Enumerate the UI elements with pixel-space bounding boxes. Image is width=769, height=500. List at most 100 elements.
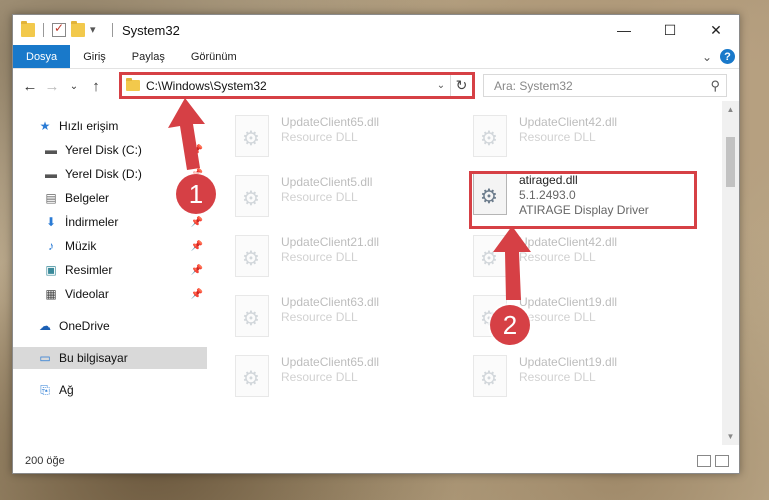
navigation-pane: ★ Hızlı erişim ▬ Yerel Disk (C:) 📌 ▬ Yer… [13,109,207,449]
title-bar: ▾ System32 — ☐ ✕ [13,15,739,45]
tab-home[interactable]: Giriş [70,45,119,68]
document-icon: ▤ [45,191,57,205]
search-icon: ⚲ [710,77,720,93]
list-item[interactable]: ⚙ UpdateClient21.dll Resource DLL [235,235,455,281]
sidebar-item-network[interactable]: ⎘ Ağ [13,379,207,401]
video-icon: ▦ [45,287,57,301]
file-type: Resource DLL [519,310,596,324]
pin-icon: 📌 [190,288,203,300]
sidebar-item-quick-access[interactable]: ★ Hızlı erişim [13,115,207,137]
pin-icon: 📌 [190,144,203,156]
drive-icon: ▬ [45,143,57,157]
sidebar-item-label: Yerel Disk (D:) [65,167,142,181]
file-type: Resource DLL [281,370,358,384]
sidebar-item-this-pc[interactable]: ▭ Bu bilgisayar [13,347,207,369]
sidebar-item-videos[interactable]: ▦ Videolar 📌 [13,283,207,305]
list-item[interactable]: ⚙ UpdateClient65.dll Resource DLL [235,115,455,161]
list-item[interactable]: ⚙ UpdateClient5.dll Resource DLL [235,175,455,221]
sidebar-item-label: İndirmeler [65,215,119,229]
dll-file-icon: ⚙ [473,355,507,397]
sidebar-item-drive-d[interactable]: ▬ Yerel Disk (D:) 📌 [13,163,207,185]
maximize-button[interactable]: ☐ [647,15,693,45]
up-button[interactable]: ↑ [85,78,107,95]
tab-view[interactable]: Görünüm [178,45,250,68]
sidebar-item-drive-c[interactable]: ▬ Yerel Disk (C:) 📌 [13,139,207,161]
dll-file-icon: ⚙ [235,355,269,397]
window-title: System32 [122,22,180,38]
file-type: Resource DLL [519,250,596,264]
file-type: Resource DLL [519,130,596,144]
folder-icon [21,21,35,37]
expand-ribbon-icon[interactable]: ⌄ [702,50,712,64]
dll-file-icon: ⚙ [235,235,269,277]
dll-file-icon: ⚙ [235,175,269,217]
list-item[interactable]: ⚙ UpdateClient65.dll Resource DLL [235,355,455,401]
file-name: UpdateClient63.dll [281,295,380,309]
pin-icon: 📌 [190,216,203,228]
sidebar-item-music[interactable]: ♪ Müzik 📌 [13,235,207,257]
list-item[interactable]: ⚙ UpdateClient42.dll Resource DLL [473,235,693,281]
scroll-down-icon[interactable]: ▼ [722,428,739,445]
scroll-up-icon[interactable]: ▲ [722,101,739,118]
list-item[interactable]: ⚙ UpdateClient42.dll Resource DLL [473,115,693,161]
large-icons-view-icon[interactable] [715,454,729,467]
dll-file-icon: ⚙ [473,235,507,277]
cloud-icon: ☁ [39,319,51,333]
star-icon: ★ [39,119,51,133]
sidebar-item-onedrive[interactable]: ☁ OneDrive [13,315,207,337]
back-button[interactable]: ← [19,78,41,95]
file-type: Resource DLL [281,130,358,144]
file-highlight [469,171,697,229]
item-count: 200 öğe [25,454,65,467]
file-name: UpdateClient42.dll [519,235,618,249]
sidebar-item-label: Ağ [59,383,74,397]
divider [43,23,44,37]
forward-button[interactable]: → [41,78,63,95]
file-name: UpdateClient65.dll [281,355,380,369]
file-name: UpdateClient5.dll [281,175,373,189]
sidebar-item-downloads[interactable]: ⬇ İndirmeler 📌 [13,211,207,233]
file-name: UpdateClient19.dll [519,295,618,309]
file-name: UpdateClient19.dll [519,355,618,369]
sidebar-item-pictures[interactable]: ▣ Resimler 📌 [13,259,207,281]
vertical-scrollbar[interactable]: ▲ ▼ [722,101,739,445]
divider [112,23,113,37]
properties-icon[interactable] [52,21,66,37]
ribbon-tabs: Dosya Giriş Paylaş Görünüm ⌄ ? [13,45,739,69]
details-view-icon[interactable] [697,454,711,467]
step-2-badge: 2 [490,305,530,345]
sidebar-item-label: Müzik [65,239,97,253]
recent-locations-button[interactable]: ⌄ [63,81,85,92]
dll-file-icon: ⚙ [473,115,507,157]
sidebar-item-label: Belgeler [65,191,110,205]
file-type: Resource DLL [281,190,358,204]
sidebar-item-label: Videolar [65,287,109,301]
list-item[interactable]: ⚙ UpdateClient63.dll Resource DLL [235,295,455,341]
music-icon: ♪ [48,239,54,253]
file-type: Resource DLL [281,310,358,324]
sidebar-item-label: Yerel Disk (C:) [65,143,142,157]
sidebar-item-label: Hızlı erişim [59,119,119,133]
tab-file[interactable]: Dosya [13,45,71,68]
window-controls: — ☐ ✕ [601,15,739,45]
status-bar: 200 öğe [13,447,739,473]
view-buttons [697,454,729,467]
file-name: UpdateClient21.dll [281,235,380,249]
sidebar-item-label: OneDrive [59,319,110,333]
help-icon[interactable]: ? [720,49,735,64]
list-item[interactable]: ⚙ UpdateClient19.dll Resource DLL [473,355,693,401]
dll-file-icon: ⚙ [235,295,269,337]
sidebar-item-label: Bu bilgisayar [59,351,128,365]
network-icon: ⎘ [40,382,50,397]
tab-share[interactable]: Paylaş [119,45,178,68]
step-1-badge: 1 [176,174,216,214]
new-folder-icon[interactable] [71,21,85,37]
close-button[interactable]: ✕ [693,15,739,45]
customize-toolbar-icon[interactable]: ▾ [90,23,104,37]
pictures-icon: ▣ [45,263,57,277]
scroll-thumb[interactable] [726,137,735,187]
file-name: UpdateClient65.dll [281,115,380,129]
minimize-button[interactable]: — [601,15,647,45]
search-input[interactable]: Ara: System32 ⚲ [483,74,727,97]
computer-icon: ▭ [39,351,51,365]
